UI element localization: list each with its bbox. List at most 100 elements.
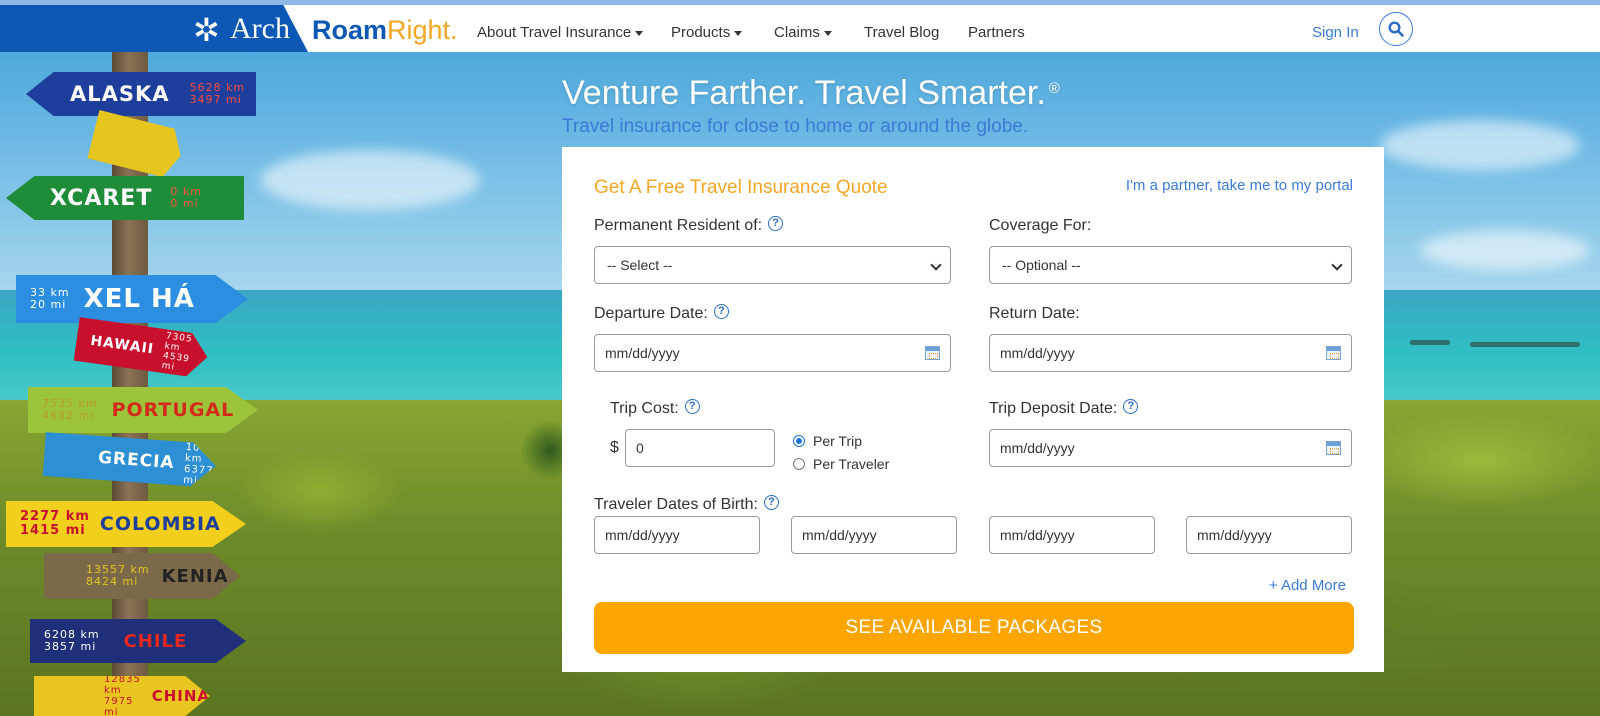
resident-select-value: -- Select -- [607, 257, 673, 273]
per-trip-label: Per Trip [813, 433, 863, 449]
nav-label: Products [671, 24, 731, 41]
sign-mi: 4539 mi [161, 351, 191, 373]
sign-name: XEL HÁ [83, 284, 195, 314]
nav-travel-blog[interactable]: Travel Blog [864, 24, 939, 41]
partner-portal-link[interactable]: I'm a partner, take me to my portal [1126, 177, 1353, 194]
deposit-date-label: Trip Deposit Date: ? [989, 398, 1139, 418]
add-more-link[interactable]: + Add More [1269, 577, 1346, 594]
return-label: Return Date: [989, 305, 1080, 322]
cloud [260, 150, 480, 210]
sign-mi: 20 mi [30, 298, 67, 311]
chevron-down-icon [1331, 259, 1343, 271]
departure-label: Departure Date: ? [594, 303, 729, 323]
quote-form-card: Get A Free Travel Insurance Quote I'm a … [562, 147, 1384, 672]
trip-cost-value: 0 [636, 440, 644, 456]
sign-name: CHINA [151, 687, 210, 705]
hero-subtitle: Travel insurance for close to home or ar… [562, 116, 1029, 137]
caret-down-icon [823, 30, 832, 36]
nav-label: Travel Blog [864, 24, 940, 41]
calendar-icon[interactable] [1326, 441, 1341, 455]
destination-sign: 6208 km 3857 mi CHILE [30, 619, 246, 663]
nav-label: About Travel Insurance [477, 24, 632, 41]
roamright-logo[interactable]: RoamRight. [312, 14, 458, 46]
resident-select[interactable]: -- Select -- [594, 246, 951, 284]
sign-mi: 3857 mi [44, 640, 97, 653]
roamright-logo-roam: Roam [312, 15, 388, 45]
caret-down-icon [635, 30, 644, 36]
hero-title-text: Venture Farther. Travel Smarter. [562, 74, 1046, 112]
sign-km: 7305 km [163, 331, 194, 354]
return-date-input[interactable]: mm/dd/yyyy [989, 334, 1352, 372]
sign-name: KENIA [161, 565, 229, 587]
destination-sign: 13557 km 8424 mi KENIA [44, 553, 240, 599]
deposit-date-input[interactable]: mm/dd/yyyy [989, 429, 1352, 467]
nav-label: Claims [774, 24, 820, 41]
chevron-down-icon [930, 259, 942, 271]
sign-mi: 4682 mi [42, 409, 95, 422]
currency-symbol: $ [610, 439, 619, 456]
per-traveler-radio[interactable] [793, 458, 805, 470]
see-packages-button[interactable]: SEE AVAILABLE PACKAGES [594, 602, 1354, 654]
sign-name: PORTUGAL [111, 399, 235, 421]
sign-mi: 1415 mi [20, 523, 86, 538]
sign-name: GRECIA [97, 447, 176, 474]
destination-sign: 33 km 20 mi XEL HÁ [16, 275, 248, 323]
calendar-icon[interactable] [925, 346, 940, 360]
dob-placeholder: mm/dd/yyyy [1000, 527, 1075, 543]
coverage-label: Coverage For: [989, 217, 1092, 234]
calendar-icon[interactable] [1326, 346, 1341, 360]
sign-in-link[interactable]: Sign In [1312, 24, 1359, 41]
coverage-select[interactable]: -- Optional -- [989, 246, 1352, 284]
trip-cost-label-text: Trip Cost: [610, 400, 679, 417]
sign-mi: 3497 mi [189, 93, 242, 106]
destination-sign: 12835 km 7975 mi CHINA [34, 676, 210, 716]
quote-form-title: Get A Free Travel Insurance Quote [594, 177, 888, 198]
help-icon[interactable]: ? [684, 398, 700, 414]
per-traveler-label: Per Traveler [813, 456, 890, 472]
islet [1470, 342, 1580, 347]
destination-sign: 7535 km 4682 mi PORTUGAL [28, 387, 258, 433]
sign-name: COLOMBIA [99, 513, 221, 535]
nav-products[interactable]: Products [671, 24, 743, 41]
roamright-logo-right: Right [387, 15, 451, 45]
dob-input-3[interactable]: mm/dd/yyyy [989, 516, 1155, 554]
dob-placeholder: mm/dd/yyyy [1197, 527, 1272, 543]
nav-about-travel-insurance[interactable]: About Travel Insurance [477, 24, 644, 41]
search-button[interactable] [1379, 12, 1413, 46]
nav-claims[interactable]: Claims [774, 24, 832, 41]
coverage-select-value: -- Optional -- [1002, 257, 1081, 273]
help-icon[interactable]: ? [768, 215, 784, 231]
help-icon[interactable]: ? [763, 494, 779, 510]
destination-sign: ALASKA 5628 km 3497 mi [26, 72, 256, 116]
cloud [1380, 120, 1580, 170]
sign-name: CHILE [123, 630, 188, 652]
departure-label-text: Departure Date: [594, 305, 708, 322]
arch-star-icon: ✲ [193, 12, 220, 48]
islet [1410, 340, 1450, 345]
departure-date-placeholder: mm/dd/yyyy [605, 345, 680, 361]
nav-partners[interactable]: Partners [968, 24, 1025, 41]
dob-input-2[interactable]: mm/dd/yyyy [791, 516, 957, 554]
sign-mi: 8424 mi [86, 575, 139, 588]
arch-logo[interactable]: Arch [230, 12, 290, 46]
hero-title: Venture Farther. Travel Smarter. ® [562, 74, 1060, 113]
search-icon [1388, 21, 1404, 37]
help-icon[interactable]: ? [1123, 398, 1139, 414]
trip-cost-input[interactable]: 0 [625, 429, 775, 467]
dob-input-1[interactable]: mm/dd/yyyy [594, 516, 760, 554]
roamright-logo-mark: . [450, 15, 458, 45]
help-icon[interactable]: ? [713, 303, 729, 319]
dob-placeholder: mm/dd/yyyy [802, 527, 877, 543]
departure-date-input[interactable]: mm/dd/yyyy [594, 334, 951, 372]
sign-name: HAWAII [89, 332, 155, 358]
sign-name: ALASKA [70, 82, 170, 106]
sign-mi: 0 mi [170, 197, 199, 210]
destination-sign: XCARET 0 km 0 mi [6, 176, 244, 220]
sign-km: 2277 km [20, 509, 90, 524]
registered-mark: ® [1048, 80, 1060, 97]
per-trip-option[interactable]: Per Trip [793, 433, 862, 449]
per-traveler-option[interactable]: Per Traveler [793, 456, 889, 472]
per-trip-radio[interactable] [793, 435, 805, 447]
dob-input-4[interactable]: mm/dd/yyyy [1186, 516, 1352, 554]
destination-sign: 2277 km 1415 mi COLOMBIA [6, 501, 246, 547]
